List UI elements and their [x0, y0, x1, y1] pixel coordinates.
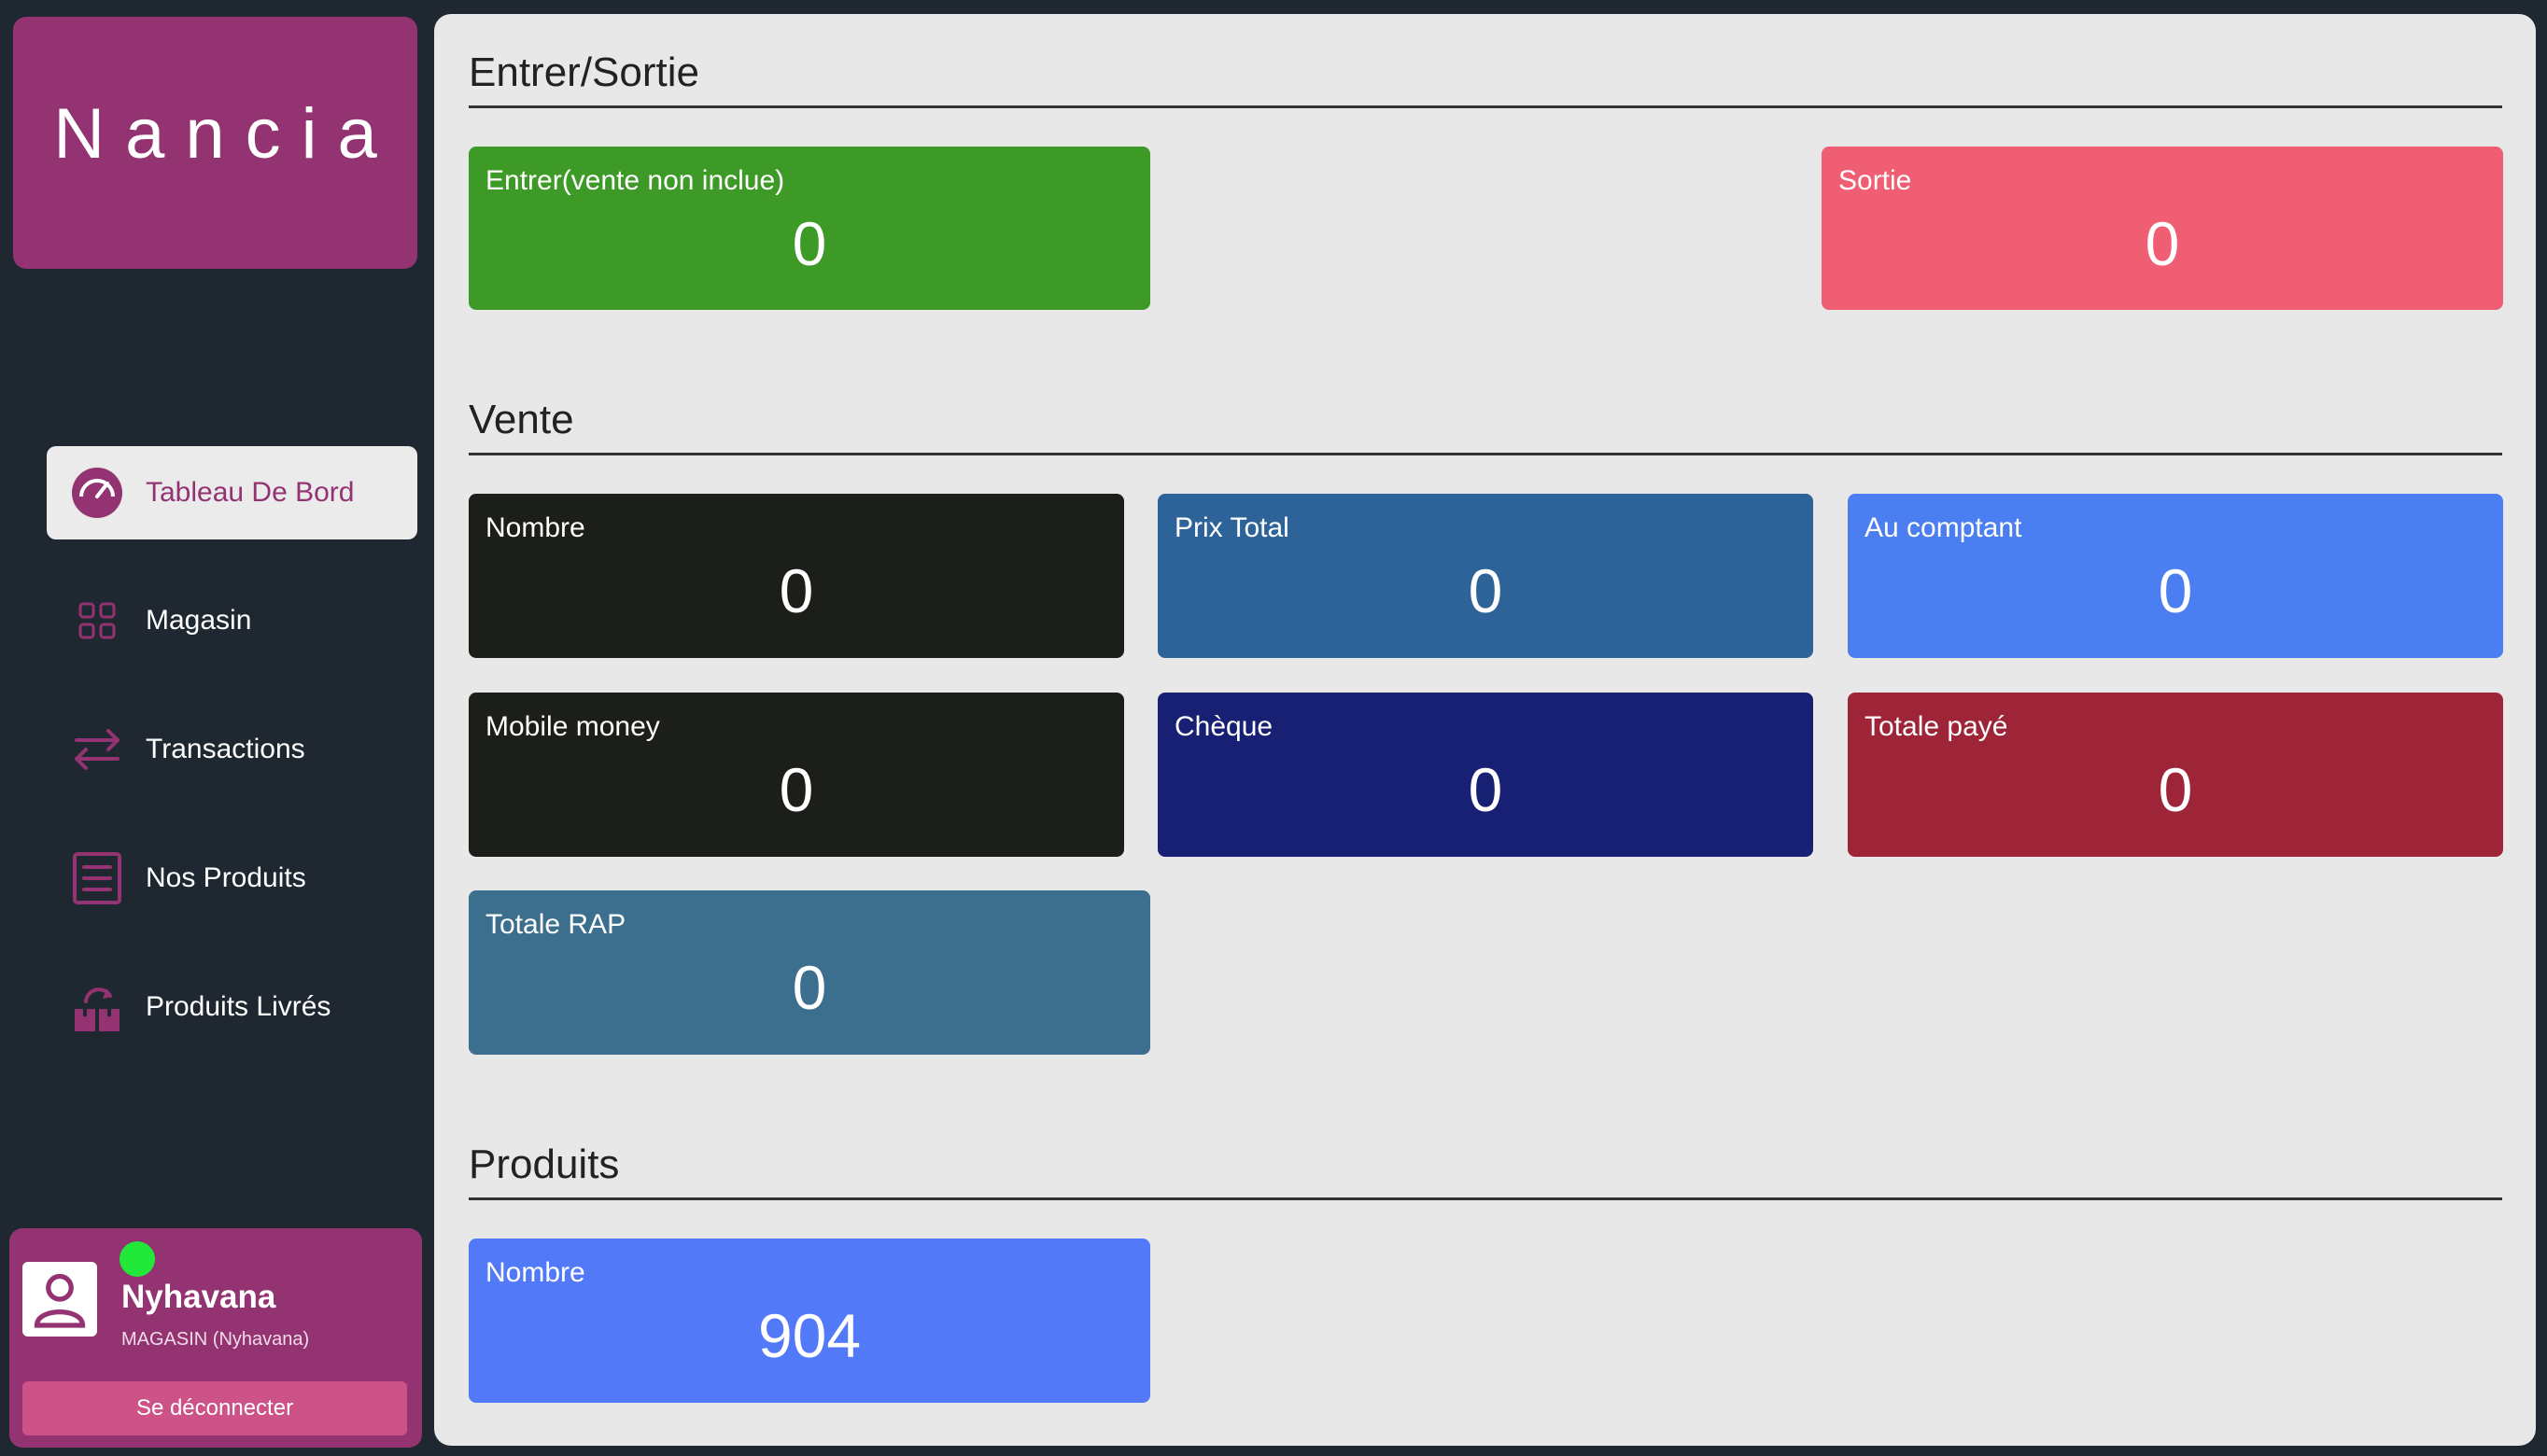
card-label: Sortie — [1838, 165, 1912, 196]
card-value: 0 — [2158, 556, 2193, 625]
card-label: Totale payé — [1865, 711, 2008, 742]
sidebar-item-label: Produits Livrés — [146, 991, 331, 1022]
sidebar-item-label: Magasin — [146, 605, 252, 636]
arrows-exchange-icon — [67, 720, 127, 779]
stat-card-cheque: Chèque 0 — [1158, 693, 1813, 857]
stat-card-nombre-produits: Nombre 904 — [469, 1239, 1150, 1403]
stat-card-totale-rap: Totale RAP 0 — [469, 890, 1150, 1055]
sidebar-item-magasin[interactable]: Magasin — [47, 574, 417, 667]
user-card: Nyhavana MAGASIN (Nyhavana) Se déconnect… — [9, 1228, 422, 1448]
sidebar-item-tableau-de-bord[interactable]: Tableau De Bord — [47, 446, 417, 539]
stat-card-mobile-money: Mobile money 0 — [469, 693, 1124, 857]
stat-card-totale-paye: Totale payé 0 — [1848, 693, 2503, 857]
card-label: Prix Total — [1175, 512, 1289, 543]
stat-card-prix-total: Prix Total 0 — [1158, 494, 1813, 658]
sidebar-item-label: Nos Produits — [146, 862, 306, 893]
sidebar-item-label: Tableau De Bord — [146, 477, 355, 508]
stat-card-nombre-vente: Nombre 0 — [469, 494, 1124, 658]
section-title-produits: Produits — [469, 1141, 2502, 1200]
card-value: 0 — [779, 556, 814, 625]
user-store: MAGASIN (Nyhavana) — [121, 1329, 310, 1350]
online-status-indicator — [120, 1241, 155, 1277]
card-value: 0 — [2145, 209, 2180, 278]
card-label: Chèque — [1175, 711, 1274, 742]
sidebar-item-nos-produits[interactable]: Nos Produits — [47, 832, 417, 925]
section-title-vente: Vente — [469, 397, 2502, 455]
card-label: Totale RAP — [485, 909, 626, 940]
app-logo-text: Nancia — [53, 93, 398, 174]
stat-card-entrer: Entrer(vente non inclue) 0 — [469, 147, 1150, 310]
sidebar-item-transactions[interactable]: Transactions — [47, 703, 417, 796]
section-title-entrer-sortie: Entrer/Sortie — [469, 49, 2502, 108]
grid-icon — [67, 591, 127, 651]
stat-card-sortie: Sortie 0 — [1822, 147, 2503, 310]
card-label: Mobile money — [485, 711, 660, 742]
logout-button[interactable]: Se déconnecter — [22, 1381, 407, 1435]
card-value: 0 — [1468, 556, 1503, 625]
stat-card-au-comptant: Au comptant 0 — [1848, 494, 2503, 658]
card-value: 0 — [2158, 755, 2193, 824]
card-label: Nombre — [485, 512, 585, 543]
card-value: 0 — [792, 209, 827, 278]
delivery-box-icon — [67, 977, 127, 1037]
card-value: 0 — [1468, 755, 1503, 824]
sidebar-item-produits-livres[interactable]: Produits Livrés — [47, 960, 417, 1054]
app-logo[interactable]: Nancia — [13, 17, 417, 269]
main-content: Entrer/Sortie Entrer(vente non inclue) 0… — [434, 14, 2536, 1446]
dashboard-gauge-icon — [67, 463, 127, 523]
list-document-icon — [67, 848, 127, 908]
sidebar-item-label: Transactions — [146, 734, 305, 764]
user-avatar-icon — [22, 1262, 97, 1337]
card-label: Nombre — [485, 1257, 585, 1288]
card-value: 0 — [779, 755, 814, 824]
card-label: Entrer(vente non inclue) — [485, 165, 785, 196]
sidebar: Nancia Tableau De Bord Magasin Transacti… — [0, 0, 434, 1456]
card-label: Au comptant — [1865, 512, 2022, 543]
card-value: 0 — [792, 953, 827, 1022]
user-name: Nyhavana — [121, 1279, 276, 1315]
card-value: 904 — [757, 1301, 862, 1370]
